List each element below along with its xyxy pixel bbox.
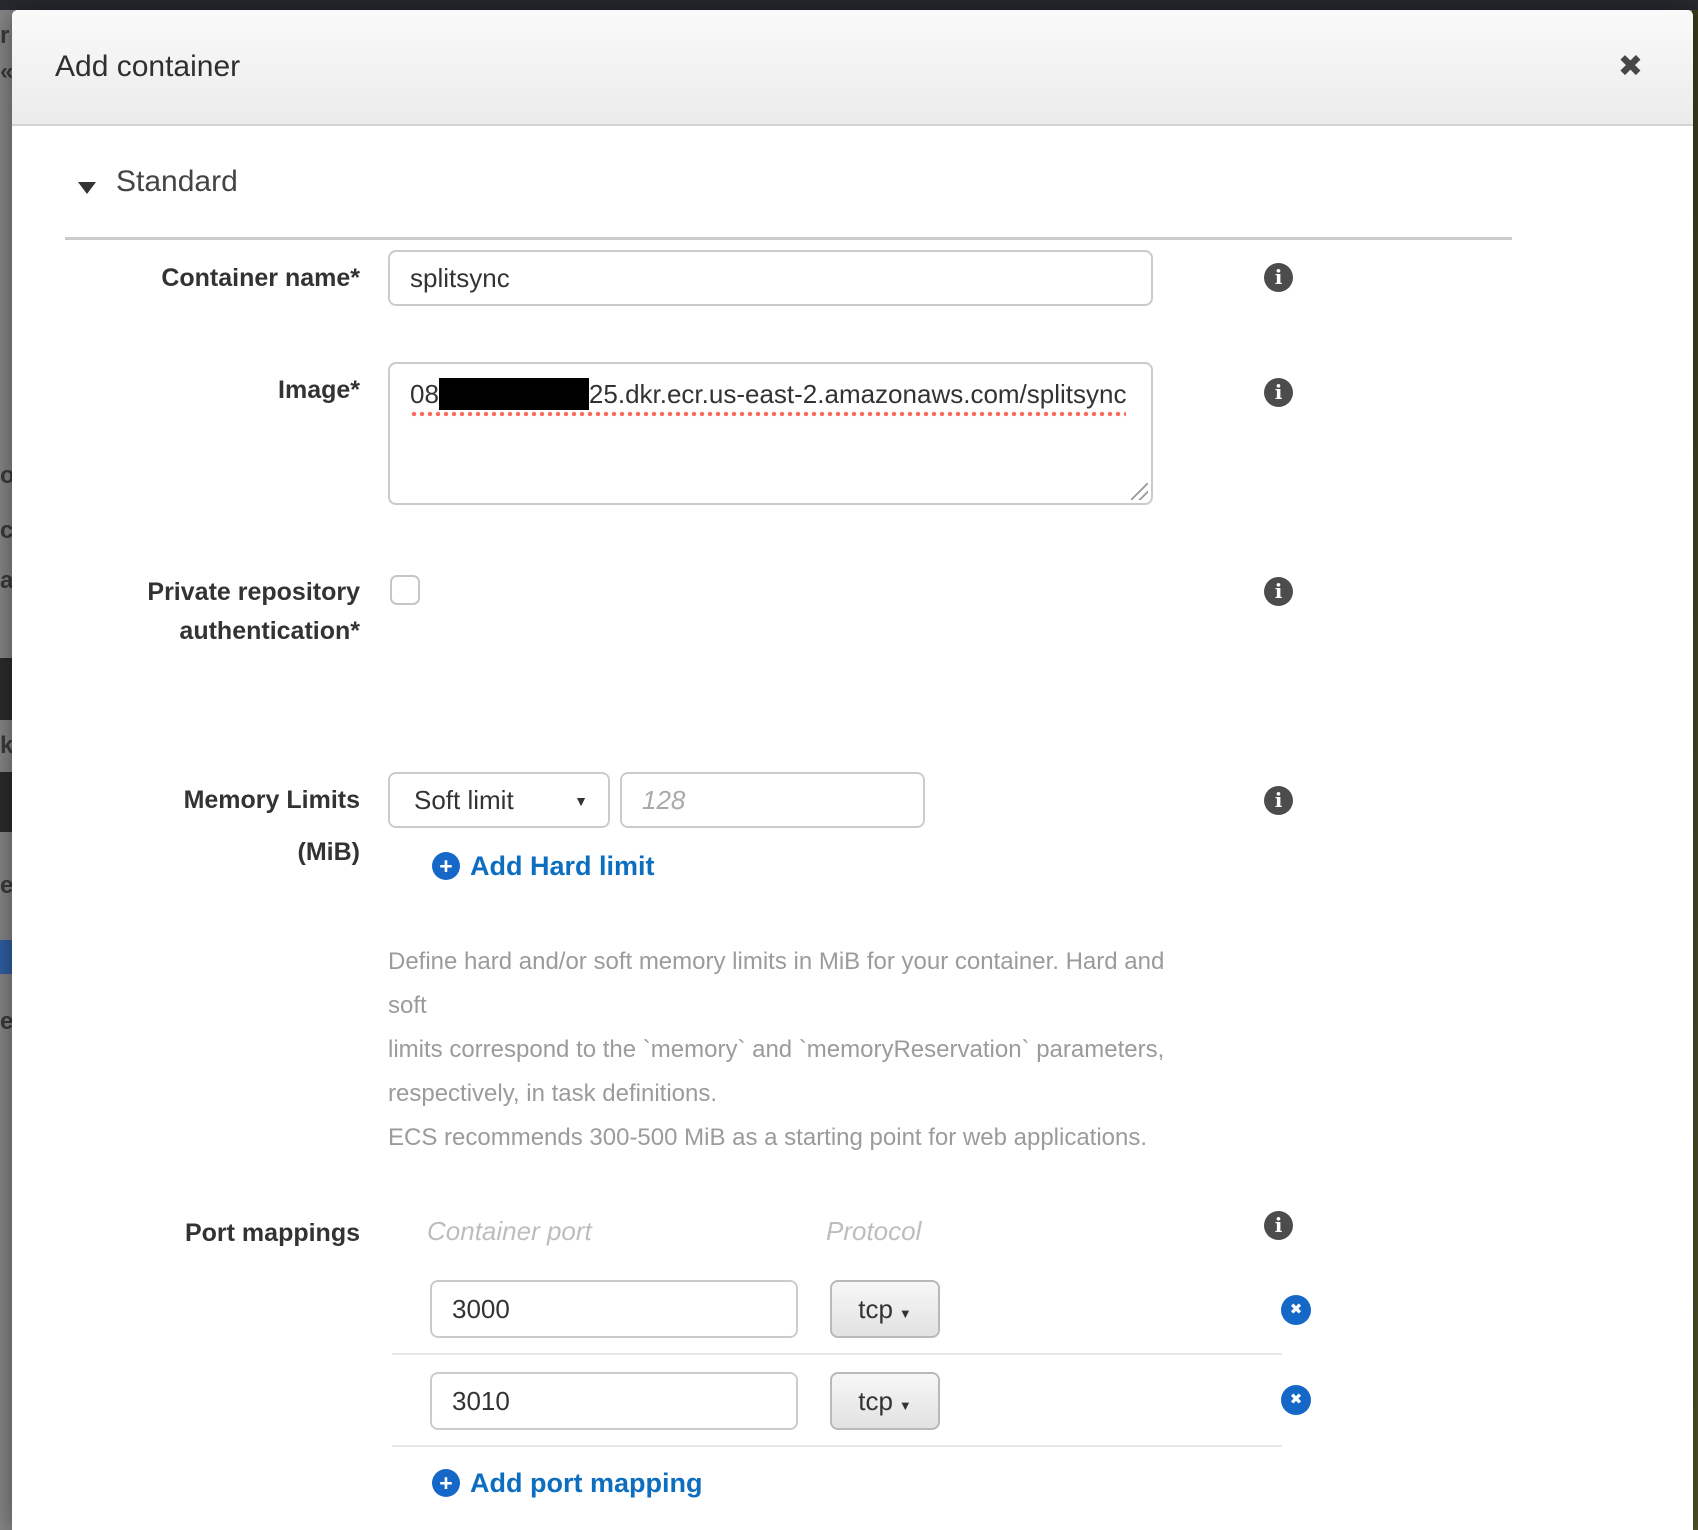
- backdrop-text-fragment: a: [0, 567, 12, 595]
- image-textarea[interactable]: 08 25.dkr.ecr.us-east-2.amazonaws.com/spl…: [388, 362, 1153, 505]
- info-icon[interactable]: i: [1264, 786, 1293, 815]
- background-page-left-strip: r « o c a ki e e: [0, 10, 12, 1530]
- add-port-mapping-link[interactable]: Add port mapping: [470, 1466, 702, 1500]
- memory-limits-label-line1: Memory Limits: [12, 772, 360, 828]
- container-port-input[interactable]: [430, 1372, 798, 1430]
- backdrop-text-fragment: «: [0, 58, 12, 86]
- memory-limits-label-line2: (MiB): [12, 832, 360, 872]
- add-hard-limit-link[interactable]: Add Hard limit: [470, 850, 655, 882]
- add-icon[interactable]: +: [432, 1469, 460, 1497]
- info-icon[interactable]: i: [1264, 1211, 1293, 1240]
- textarea-resize-handle[interactable]: [1131, 483, 1148, 500]
- port-row-divider: [392, 1353, 1282, 1355]
- remove-port-mapping-icon[interactable]: ✖: [1281, 1295, 1311, 1325]
- protocol-dropdown[interactable]: tcp ▼: [830, 1372, 940, 1430]
- container-port-input[interactable]: [430, 1280, 798, 1338]
- private-repo-label-line2: authentication*: [12, 616, 360, 646]
- backdrop-logo-block: [0, 772, 12, 832]
- private-repo-label-line1: Private repository: [12, 577, 360, 607]
- info-icon[interactable]: i: [1264, 263, 1293, 292]
- port-mappings-label: Port mappings: [12, 1218, 360, 1248]
- modal-header: Add container ✖: [12, 10, 1693, 126]
- backdrop-text-fragment: c: [0, 517, 12, 545]
- memory-soft-limit-input[interactable]: [620, 772, 925, 828]
- image-value-prefix: 08: [410, 379, 439, 409]
- container-port-column-header: Container port: [427, 1216, 592, 1247]
- remove-port-mapping-icon[interactable]: ✖: [1281, 1385, 1311, 1415]
- background-page-topbar: [0, 0, 1698, 10]
- section-collapse-caret-icon[interactable]: [78, 182, 96, 194]
- container-name-label: Container name*: [12, 250, 360, 306]
- modal-title: Add container: [55, 10, 240, 124]
- help-line: respectively, in task definitions.: [388, 1072, 1188, 1116]
- memory-limit-type-value: Soft limit: [414, 774, 514, 826]
- private-repo-checkbox[interactable]: [390, 575, 420, 605]
- help-line: Define hard and/or soft memory limits in…: [388, 940, 1188, 1028]
- help-line: ECS recommends 300-500 MiB as a starting…: [388, 1116, 1188, 1160]
- backdrop-text-fragment: r: [0, 22, 9, 50]
- backdrop-logo-block: [0, 658, 12, 720]
- protocol-value: tcp: [858, 1294, 893, 1324]
- chevron-down-icon: ▼: [899, 1398, 912, 1413]
- backdrop-text-fragment: ki: [0, 732, 12, 760]
- info-icon[interactable]: i: [1264, 577, 1293, 606]
- redaction-box: [439, 378, 589, 410]
- protocol-value: tcp: [858, 1386, 893, 1416]
- backdrop-text-fragment: o: [0, 462, 12, 490]
- backdrop-text-fragment: e: [0, 1008, 12, 1036]
- memory-limit-type-dropdown[interactable]: Soft limit ▼: [388, 772, 610, 828]
- protocol-column-header: Protocol: [826, 1216, 921, 1247]
- backdrop-blue-block: [0, 940, 12, 974]
- add-icon[interactable]: +: [432, 852, 460, 880]
- protocol-dropdown[interactable]: tcp ▼: [830, 1280, 940, 1338]
- add-container-modal: Add container ✖ Standard Container name*…: [12, 10, 1693, 1530]
- image-label: Image*: [12, 362, 360, 418]
- port-row-divider: [392, 1445, 1282, 1447]
- info-icon[interactable]: i: [1264, 378, 1293, 407]
- backdrop-text-fragment: e: [0, 872, 12, 900]
- image-value: 08 25.dkr.ecr.us-east-2.amazonaws.com/spl…: [410, 378, 1126, 417]
- container-name-input[interactable]: [388, 250, 1153, 306]
- section-title[interactable]: Standard: [116, 165, 238, 199]
- help-line: limits correspond to the `memory` and `m…: [388, 1028, 1188, 1072]
- close-icon[interactable]: ✖: [1618, 50, 1643, 84]
- chevron-down-icon: ▼: [899, 1306, 912, 1321]
- section-divider: [65, 237, 1512, 240]
- image-value-suffix: 25.dkr.ecr.us-east-2.amazonaws.com/split…: [589, 379, 1127, 409]
- memory-limits-help-text: Define hard and/or soft memory limits in…: [388, 940, 1188, 1160]
- chevron-down-icon: ▼: [574, 793, 588, 809]
